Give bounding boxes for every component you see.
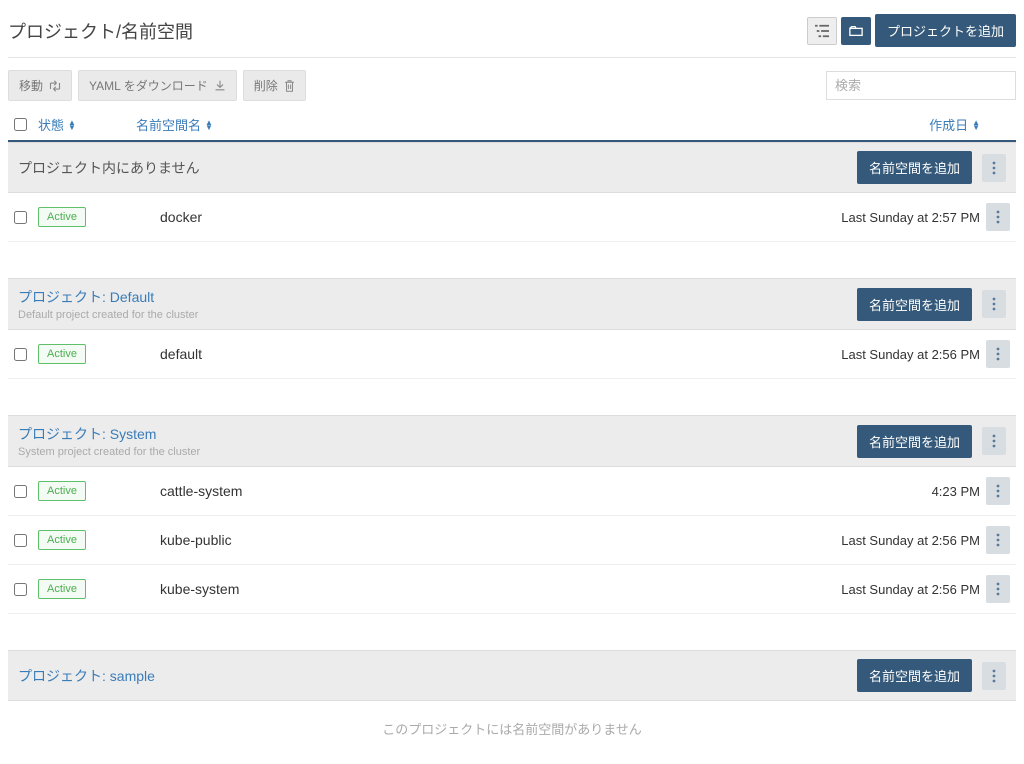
sort-icon: ▲▼ xyxy=(68,120,76,130)
created-date: 4:23 PM xyxy=(800,484,980,499)
group-title: プロジェクト内にありません xyxy=(18,158,200,178)
namespace-name: cattle-system xyxy=(118,483,800,499)
group-actions: 名前空間を追加 xyxy=(857,659,1006,692)
table-row: Active dockerLast Sunday at 2:57 PM xyxy=(8,193,1016,242)
group-actions: 名前空間を追加 xyxy=(857,151,1006,184)
table-row: Active kube-systemLast Sunday at 2:56 PM xyxy=(8,565,1016,614)
add-namespace-button[interactable]: 名前空間を追加 xyxy=(857,151,972,184)
group-menu-button[interactable] xyxy=(982,662,1006,690)
select-all-checkbox[interactable] xyxy=(14,118,27,131)
divider xyxy=(8,57,1016,58)
group-subtitle: Default project created for the cluster xyxy=(18,309,198,321)
page-header: プロジェクト/名前空間 プロジェクトを追加 xyxy=(8,8,1016,57)
toolbar: 移動 YAML をダウンロード 削除 xyxy=(8,66,1016,109)
search-input[interactable] xyxy=(826,71,1016,100)
move-label: 移動 xyxy=(19,77,43,94)
column-created[interactable]: 作成日 ▲▼ xyxy=(800,115,980,134)
group-header: プロジェクト内にありません 名前空間を追加 xyxy=(8,142,1016,193)
groups-container: プロジェクト内にありません名前空間を追加ActivedockerLast Sun… xyxy=(8,142,1016,744)
table-row: Active defaultLast Sunday at 2:56 PM xyxy=(8,330,1016,379)
row-menu-button[interactable] xyxy=(986,526,1010,554)
group-title[interactable]: プロジェクト: System xyxy=(18,424,200,444)
namespace-name: kube-system xyxy=(118,581,800,597)
row-menu-button[interactable] xyxy=(986,203,1010,231)
view-tree-toggle[interactable] xyxy=(807,17,837,45)
created-date: Last Sunday at 2:56 PM xyxy=(800,347,980,362)
status-badge: Active xyxy=(38,579,86,599)
table-row: Active cattle-system4:23 PM xyxy=(8,467,1016,516)
row-checkbox[interactable] xyxy=(14,211,27,224)
table-row: Active kube-publicLast Sunday at 2:56 PM xyxy=(8,516,1016,565)
row-menu-button[interactable] xyxy=(986,340,1010,368)
group-menu-button[interactable] xyxy=(982,290,1006,318)
move-button[interactable]: 移動 xyxy=(8,70,72,101)
page-title: プロジェクト/名前空間 xyxy=(8,18,193,44)
add-namespace-button[interactable]: 名前空間を追加 xyxy=(857,425,972,458)
namespace-name: kube-public xyxy=(118,532,800,548)
row-checkbox[interactable] xyxy=(14,583,27,596)
toolbar-actions: 移動 YAML をダウンロード 削除 xyxy=(8,70,306,101)
created-date: Last Sunday at 2:57 PM xyxy=(800,210,980,225)
created-date: Last Sunday at 2:56 PM xyxy=(800,533,980,548)
group-title[interactable]: プロジェクト: Default xyxy=(18,287,198,307)
group-header: プロジェクト: sample 名前空間を追加 xyxy=(8,650,1016,701)
add-project-button[interactable]: プロジェクトを追加 xyxy=(875,14,1016,47)
trash-icon xyxy=(284,80,295,92)
status-badge: Active xyxy=(38,207,86,227)
group-menu-button[interactable] xyxy=(982,154,1006,182)
group-actions: 名前空間を追加 xyxy=(857,288,1006,321)
row-checkbox[interactable] xyxy=(14,348,27,361)
group-header: プロジェクト: Default Default project created f… xyxy=(8,278,1016,330)
group-title-box: プロジェクト内にありません xyxy=(18,158,200,178)
namespace-name: docker xyxy=(118,209,800,225)
table-header: 状態 ▲▼ 名前空間名 ▲▼ 作成日 ▲▼ xyxy=(8,109,1016,142)
namespace-name: default xyxy=(118,346,800,362)
group-title[interactable]: プロジェクト: sample xyxy=(18,666,155,686)
header-actions: プロジェクトを追加 xyxy=(807,14,1016,47)
column-status[interactable]: 状態 ▲▼ xyxy=(38,115,118,134)
sort-icon: ▲▼ xyxy=(205,120,213,130)
status-badge: Active xyxy=(38,530,86,550)
created-date: Last Sunday at 2:56 PM xyxy=(800,582,980,597)
add-namespace-button[interactable]: 名前空間を追加 xyxy=(857,659,972,692)
yaml-download-label: YAML をダウンロード xyxy=(89,77,208,94)
group-actions: 名前空間を追加 xyxy=(857,425,1006,458)
status-badge: Active xyxy=(38,481,86,501)
yaml-download-button[interactable]: YAML をダウンロード xyxy=(78,70,237,101)
view-flat-toggle[interactable] xyxy=(841,17,871,45)
delete-button[interactable]: 削除 xyxy=(243,70,306,101)
row-menu-button[interactable] xyxy=(986,575,1010,603)
add-namespace-button[interactable]: 名前空間を追加 xyxy=(857,288,972,321)
delete-label: 削除 xyxy=(254,77,278,94)
group-title-box: プロジェクト: System System project created for… xyxy=(18,424,200,458)
column-name[interactable]: 名前空間名 ▲▼ xyxy=(118,115,800,134)
row-checkbox[interactable] xyxy=(14,485,27,498)
download-icon xyxy=(214,80,226,92)
group-title-box: プロジェクト: sample xyxy=(18,666,155,686)
move-icon xyxy=(49,80,61,92)
row-checkbox[interactable] xyxy=(14,534,27,547)
group-subtitle: System project created for the cluster xyxy=(18,446,200,458)
sort-icon: ▲▼ xyxy=(972,120,980,130)
empty-message: このプロジェクトには名前空間がありません xyxy=(8,701,1016,744)
row-menu-button[interactable] xyxy=(986,477,1010,505)
status-badge: Active xyxy=(38,344,86,364)
group-title-box: プロジェクト: Default Default project created f… xyxy=(18,287,198,321)
group-header: プロジェクト: System System project created for… xyxy=(8,415,1016,467)
group-menu-button[interactable] xyxy=(982,427,1006,455)
